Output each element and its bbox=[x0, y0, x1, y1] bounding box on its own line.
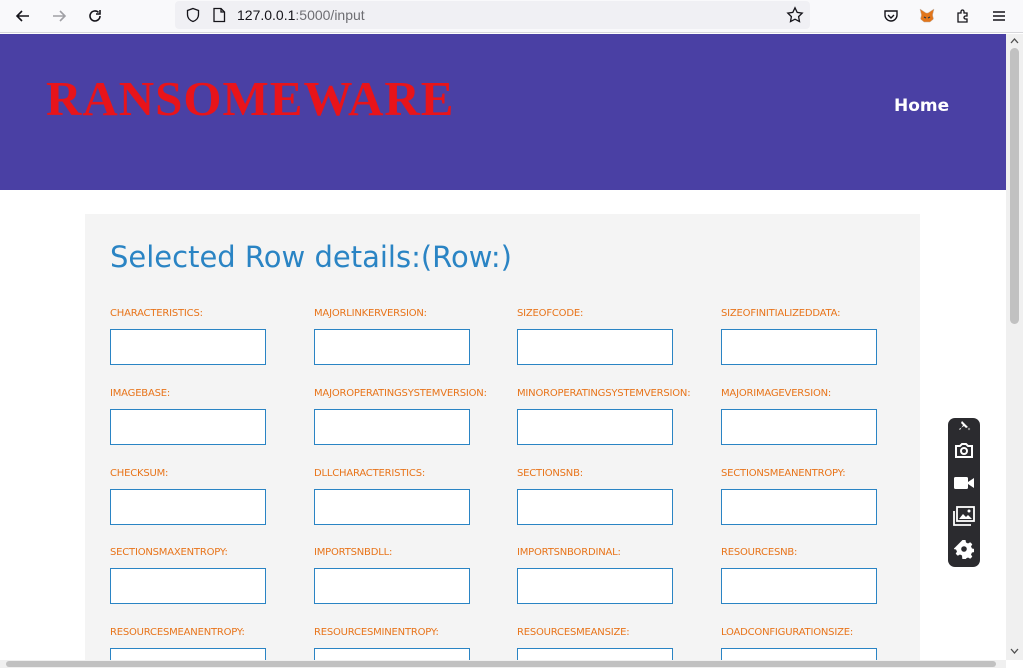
back-icon[interactable] bbox=[10, 4, 36, 28]
field-input-resourcesnb[interactable] bbox=[721, 568, 877, 604]
field-label-minoroperatingsystemversion: MINOROPERATINGSYSTEMVERSION: bbox=[517, 388, 691, 399]
vertical-scrollbar[interactable] bbox=[1006, 34, 1023, 660]
field-label-resourcesmeanentropy: RESOURCESMEANENTROPY: bbox=[110, 627, 245, 638]
gallery-icon[interactable] bbox=[952, 504, 976, 528]
field-label-sizeofcode: SIZEOFCODE: bbox=[517, 308, 584, 319]
field-input-dllcharacteristics[interactable] bbox=[314, 489, 470, 525]
field-label-sectionsmaxentropy: SECTIONSMAXENTROPY: bbox=[110, 547, 228, 558]
field-input-sectionsmeanentropy[interactable] bbox=[721, 489, 877, 525]
bookmark-star-icon[interactable] bbox=[786, 6, 804, 29]
camera-icon[interactable] bbox=[952, 438, 976, 462]
field-label-majorimageversion: MAJORIMAGEVERSION: bbox=[721, 388, 832, 399]
field-label-importsnbordinal: IMPORTSNBORDINAL: bbox=[517, 547, 621, 558]
field-label-checksum: CHECKSUM: bbox=[110, 468, 169, 479]
field-label-majoroperatingsystemversion: MAJOROPERATINGSYSTEMVERSION: bbox=[314, 388, 487, 399]
url-text[interactable]: 127.0.0.1:5000/input bbox=[237, 7, 365, 23]
field-label-loadconfigurationsize: LOADCONFIGURATIONSIZE: bbox=[721, 627, 854, 638]
url-bar[interactable]: 127.0.0.1:5000/input bbox=[175, 1, 810, 29]
site-header: RANSOMEWARE Home bbox=[0, 34, 1006, 190]
field-input-loadconfigurationsize[interactable] bbox=[721, 648, 877, 660]
pocket-icon[interactable] bbox=[878, 4, 904, 28]
field-input-resourcesmeanentropy[interactable] bbox=[110, 648, 266, 660]
field-input-characteristics[interactable] bbox=[110, 329, 266, 365]
video-icon[interactable] bbox=[952, 471, 976, 495]
field-label-sizeofinitializeddata: SIZEOFINITIALIZEDDATA: bbox=[721, 308, 841, 319]
horizontal-scroll-thumb[interactable] bbox=[6, 661, 996, 667]
reload-icon[interactable] bbox=[82, 4, 108, 28]
field-input-majorlinkerversion[interactable] bbox=[314, 329, 470, 365]
field-input-checksum[interactable] bbox=[110, 489, 266, 525]
metamask-fox-icon[interactable] bbox=[914, 4, 940, 28]
field-input-minoroperatingsystemversion[interactable] bbox=[517, 409, 673, 445]
field-input-sizeofinitializeddata[interactable] bbox=[721, 329, 877, 365]
forward-icon[interactable] bbox=[46, 4, 72, 28]
field-input-sectionsmaxentropy[interactable] bbox=[110, 568, 266, 604]
field-input-resourcesmeansize[interactable] bbox=[517, 648, 673, 660]
row-details-card: Selected Row details:(Row:) CHARACTERIST… bbox=[85, 214, 920, 660]
scroll-up-arrow-icon[interactable] bbox=[1010, 37, 1019, 44]
field-label-characteristics: CHARACTERISTICS: bbox=[110, 308, 203, 319]
field-input-majoroperatingsystemversion[interactable] bbox=[314, 409, 470, 445]
field-input-sizeofcode[interactable] bbox=[517, 329, 673, 365]
menu-icon[interactable] bbox=[986, 4, 1012, 28]
page-icon[interactable] bbox=[212, 7, 226, 28]
settings-gear-icon[interactable] bbox=[952, 537, 976, 561]
nav-home-link[interactable]: Home bbox=[894, 96, 949, 116]
shield-icon[interactable] bbox=[185, 7, 201, 28]
field-label-imagebase: IMAGEBASE: bbox=[110, 388, 171, 399]
pin-icon[interactable] bbox=[952, 418, 976, 434]
browser-toolbar: 127.0.0.1:5000/input bbox=[0, 0, 1023, 33]
field-input-importsnbordinal[interactable] bbox=[517, 568, 673, 604]
field-label-resourcesminentropy: RESOURCESMINENTROPY: bbox=[314, 627, 439, 638]
field-input-importsnbdll[interactable] bbox=[314, 568, 470, 604]
site-logo: RANSOMEWARE bbox=[46, 71, 455, 126]
scroll-down-arrow-icon[interactable] bbox=[1010, 648, 1019, 655]
extensions-icon[interactable] bbox=[950, 4, 976, 28]
field-input-resourcesminentropy[interactable] bbox=[314, 648, 470, 660]
field-label-sectionsnb: SECTIONSNB: bbox=[517, 468, 583, 479]
horizontal-scrollbar[interactable] bbox=[0, 660, 1006, 668]
page-title: Selected Row details:(Row:) bbox=[110, 240, 512, 274]
field-input-sectionsnb[interactable] bbox=[517, 489, 673, 525]
field-label-resourcesnb: RESOURCESNB: bbox=[721, 547, 798, 558]
field-label-majorlinkerversion: MAJORLINKERVERSION: bbox=[314, 308, 427, 319]
field-input-majorimageversion[interactable] bbox=[721, 409, 877, 445]
url-path: :5000/input bbox=[295, 7, 365, 23]
field-label-resourcesmeansize: RESOURCESMEANSIZE: bbox=[517, 627, 630, 638]
floating-capture-toolbar bbox=[948, 418, 980, 567]
vertical-scroll-thumb[interactable] bbox=[1010, 48, 1019, 324]
url-host: 127.0.0.1 bbox=[237, 7, 296, 23]
field-label-importsnbdll: IMPORTSNBDLL: bbox=[314, 547, 393, 558]
field-label-sectionsmeanentropy: SECTIONSMEANENTROPY: bbox=[721, 468, 846, 479]
field-input-imagebase[interactable] bbox=[110, 409, 266, 445]
page-viewport: RANSOMEWARE Home Selected Row details:(R… bbox=[0, 34, 1006, 660]
field-label-dllcharacteristics: DLLCHARACTERISTICS: bbox=[314, 468, 426, 479]
